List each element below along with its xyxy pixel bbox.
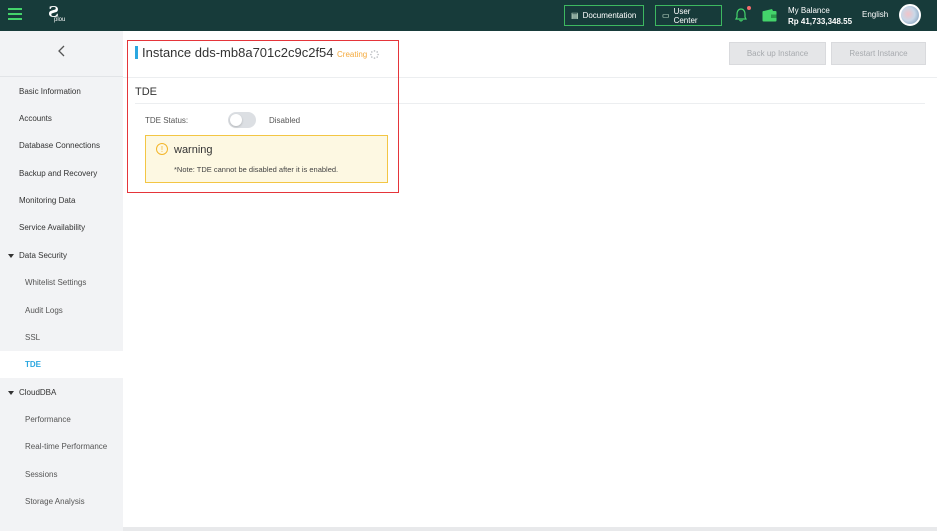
- sidebar-group-clouddba[interactable]: CloudDBA: [0, 379, 123, 406]
- sidebar-item-accounts[interactable]: Accounts: [0, 105, 123, 132]
- warning-alert: ! warning *Note: TDE cannot be disabled …: [145, 135, 388, 183]
- sidebar-item-label: Service Availability: [19, 223, 86, 232]
- sidebar-item-label: Backup and Recovery: [19, 169, 98, 178]
- sidebar-item-audit-logs[interactable]: Audit Logs: [0, 297, 123, 324]
- bell-icon[interactable]: [735, 8, 747, 22]
- sidebar-item-label: TDE: [25, 360, 41, 369]
- wallet-icon[interactable]: [762, 9, 777, 22]
- chevron-left-icon[interactable]: [56, 44, 68, 58]
- sidebar-item-sessions[interactable]: Sessions: [0, 461, 123, 488]
- avatar[interactable]: [899, 4, 921, 26]
- sidebar-item-whitelist-settings[interactable]: Whitelist Settings: [0, 269, 123, 296]
- tde-status-label: TDE Status:: [145, 116, 189, 125]
- monitor-icon: ▭: [662, 11, 670, 20]
- backup-instance-button[interactable]: Back up Instance: [729, 42, 826, 65]
- sidebar-item-ssl[interactable]: SSL: [0, 324, 123, 351]
- warning-title: warning: [174, 144, 213, 156]
- toggle-knob: [230, 114, 242, 126]
- top-navigation-bar: Ƨ plou ▤ Documentation ▭ User Center My …: [0, 0, 937, 31]
- sidebar-item-label: Sessions: [25, 470, 58, 479]
- logo[interactable]: Ƨ plou: [48, 5, 68, 25]
- sidebar-item-label: Monitoring Data: [19, 196, 76, 205]
- sidebar-item-real-time-performance[interactable]: Real-time Performance: [0, 433, 123, 460]
- menu-icon[interactable]: [8, 8, 22, 22]
- sidebar-item-backup-and-recovery[interactable]: Backup and Recovery: [0, 160, 123, 187]
- sidebar-item-storage-analysis[interactable]: Storage Analysis: [0, 488, 123, 515]
- notification-badge: [746, 5, 752, 11]
- header-divider: [123, 77, 937, 78]
- title-accent-bar: [135, 46, 138, 59]
- sidebar-item-monitoring-data[interactable]: Monitoring Data: [0, 187, 123, 214]
- sidebar-item-label: Database Connections: [19, 141, 100, 150]
- sidebar-divider: [0, 76, 123, 77]
- sidebar-item-label: CloudDBA: [19, 388, 57, 397]
- language-selector[interactable]: English: [862, 10, 888, 19]
- sidebar-item-label: Accounts: [19, 114, 52, 123]
- sidebar-item-tde[interactable]: TDE: [0, 351, 123, 378]
- sidebar-item-label: Performance: [25, 415, 71, 424]
- loading-spinner-icon: [370, 50, 379, 59]
- sidebar-item-performance[interactable]: Performance: [0, 406, 123, 433]
- sidebar-item-basic-information[interactable]: Basic Information: [0, 78, 123, 105]
- sidebar-item-label: SSL: [25, 333, 41, 342]
- sidebar-item-label: Real-time Performance: [25, 442, 108, 451]
- logo-text: plou: [54, 17, 66, 23]
- caret-down-icon: [8, 253, 14, 258]
- restart-instance-button[interactable]: Restart Instance: [831, 42, 926, 65]
- section-divider: [135, 103, 925, 104]
- balance-display[interactable]: My Balance Rp 41,733,348.55: [788, 5, 852, 27]
- sidebar-item-label: Whitelist Settings: [25, 278, 87, 287]
- tde-status-value: Disabled: [269, 116, 301, 125]
- sidebar-item-label: Storage Analysis: [25, 497, 85, 506]
- user-center-button[interactable]: ▭ User Center: [655, 5, 722, 26]
- documentation-label: Documentation: [582, 11, 637, 20]
- balance-amount: Rp 41,733,348.55: [788, 17, 853, 26]
- horizontal-scrollbar[interactable]: [123, 527, 937, 531]
- documentation-button[interactable]: ▤ Documentation: [564, 5, 644, 26]
- warning-icon: !: [156, 143, 168, 155]
- caret-down-icon: [8, 390, 14, 395]
- sidebar: Basic Information Accounts Database Conn…: [0, 31, 123, 531]
- tde-toggle[interactable]: [228, 112, 256, 128]
- sidebar-item-label: Basic Information: [19, 87, 81, 96]
- sidebar-item-database-connections[interactable]: Database Connections: [0, 132, 123, 159]
- sidebar-item-label: Audit Logs: [25, 306, 63, 315]
- sidebar-item-label: Data Security: [19, 251, 68, 260]
- sidebar-group-data-security[interactable]: Data Security: [0, 242, 123, 269]
- document-icon: ▤: [571, 11, 579, 20]
- section-title: TDE: [135, 86, 157, 98]
- main-content: Instance dds-mb8a701c2c9c2f54 Creating B…: [123, 31, 937, 528]
- sidebar-item-service-availability[interactable]: Service Availability: [0, 214, 123, 241]
- balance-label: My Balance: [788, 6, 830, 15]
- status-badge: Creating: [337, 50, 368, 59]
- page-title: Instance dds-mb8a701c2c9c2f54: [142, 45, 334, 60]
- user-center-label: User Center: [673, 6, 698, 25]
- warning-note: *Note: TDE cannot be disabled after it i…: [174, 165, 339, 174]
